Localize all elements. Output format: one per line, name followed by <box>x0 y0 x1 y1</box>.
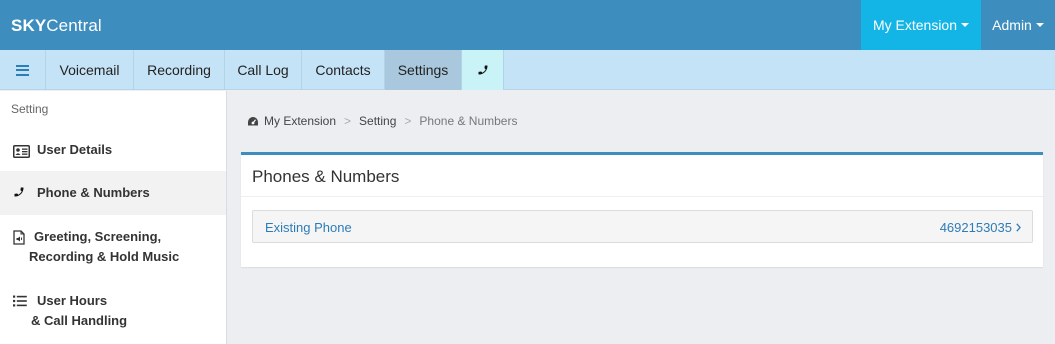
sidebar-item-label: User Details <box>37 142 113 157</box>
menu-toggle-button[interactable] <box>0 50 46 90</box>
breadcrumb: My Extension > Setting > Phone & Numbers <box>247 114 517 128</box>
phone-icon <box>478 65 487 75</box>
breadcrumb-separator: > <box>344 114 352 128</box>
sidebar-item-user-details[interactable]: User Details <box>0 135 226 171</box>
sidebar-item-user-hours[interactable]: User Hours & Call Handling <box>0 287 226 343</box>
sidebar-item-label-line2: & Call Handling <box>31 313 128 328</box>
tab-voicemail[interactable]: Voicemail <box>46 50 134 90</box>
sidebar-heading: Setting <box>11 102 49 116</box>
panel-divider <box>241 196 1043 197</box>
tab-contacts[interactable]: Contacts <box>302 50 385 90</box>
sidebar-item-label-line1: User Hours <box>37 293 108 308</box>
brand-logo[interactable]: SKYCentral <box>11 16 102 36</box>
tab-contacts-label: Contacts <box>315 62 371 78</box>
tab-call-log-label: Call Log <box>237 62 289 78</box>
breadcrumb-my-extension[interactable]: My Extension <box>264 114 336 128</box>
my-extension-label: My Extension <box>872 17 958 33</box>
chevron-right-icon <box>1016 223 1021 232</box>
caret-down-icon <box>1035 23 1044 27</box>
audio-file-icon <box>13 230 25 245</box>
tab-recording-label: Recording <box>147 62 211 78</box>
id-card-icon <box>13 145 30 158</box>
settings-sidebar: Setting User Details Phone & Numbers Gre… <box>0 91 227 344</box>
caret-down-icon <box>961 23 970 27</box>
tab-voicemail-label: Voicemail <box>59 62 120 78</box>
admin-label: Admin <box>992 17 1032 33</box>
my-extension-dropdown[interactable]: My Extension <box>861 0 981 50</box>
sidebar-item-phone-numbers[interactable]: Phone & Numbers <box>0 171 226 215</box>
tab-recording[interactable]: Recording <box>134 50 225 90</box>
brand-bold-text: SKY <box>11 16 47 35</box>
hamburger-icon <box>16 64 29 76</box>
existing-phone-label: Existing Phone <box>265 220 352 235</box>
dashboard-icon <box>248 116 258 125</box>
breadcrumb-current: Phone & Numbers <box>419 114 518 128</box>
phones-numbers-panel: Phones & Numbers Existing Phone 46921530… <box>241 152 1043 267</box>
main-nav: Voicemail Recording Call Log Contacts Se… <box>0 50 1055 90</box>
sidebar-item-label-line1: Greeting, Screening, <box>34 229 162 244</box>
admin-dropdown[interactable]: Admin <box>981 0 1055 50</box>
tab-settings[interactable]: Settings <box>385 50 462 90</box>
sidebar-item-label: Phone & Numbers <box>37 185 150 200</box>
sidebar-item-label-line2: Recording & Hold Music <box>29 249 180 264</box>
tab-settings-label: Settings <box>397 62 449 78</box>
top-bar: SKYCentral My Extension Admin <box>0 0 1055 50</box>
list-icon <box>13 295 27 307</box>
breadcrumb-setting[interactable]: Setting <box>359 114 396 128</box>
existing-phone-number: 4692153035 <box>939 220 1012 235</box>
existing-phone-row[interactable]: Existing Phone 4692153035 <box>252 210 1033 243</box>
tab-phone[interactable] <box>462 50 504 90</box>
brand-light-text: Central <box>46 16 102 35</box>
sidebar-item-greeting[interactable]: Greeting, Screening, Recording & Hold Mu… <box>0 219 226 275</box>
phone-icon <box>14 187 24 197</box>
panel-title: Phones & Numbers <box>252 167 400 186</box>
tab-call-log[interactable]: Call Log <box>225 50 302 90</box>
breadcrumb-separator: > <box>404 114 412 128</box>
